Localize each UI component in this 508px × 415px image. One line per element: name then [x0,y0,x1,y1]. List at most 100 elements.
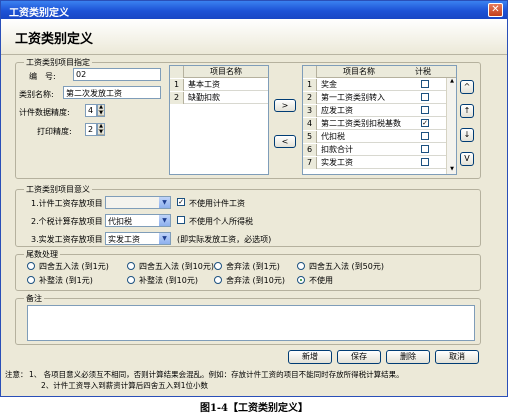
meaning-group-legend: 工资类别项目意义 [26,185,90,194]
available-items-header: 项目名称 [170,66,268,78]
tax-checkbox[interactable] [421,80,429,88]
grid-scrollbar[interactable]: ▲ ▼ [446,78,456,174]
net-pay-item-select[interactable]: 实发工资 ▼ [105,232,171,245]
list-item[interactable]: 3 应发工资 [303,105,446,117]
selected-items-header: 项目名称 计税 [303,66,456,78]
row-number: 4 [303,118,317,130]
calc-precision-label: 计件数据精度: [19,108,70,117]
scroll-down-icon[interactable]: ▼ [448,166,456,174]
item-name: 应发工资 [321,106,353,115]
rounding-radio[interactable] [297,276,305,284]
tax-checkbox[interactable] [421,145,429,153]
row-number: 1 [170,79,184,91]
rounding-option-label: 补整法 (到10元) [139,276,198,285]
no-income-tax-checkbox[interactable] [177,216,185,224]
tax-checkbox[interactable] [421,158,429,166]
close-button[interactable]: ✕ [488,3,503,17]
tax-item-select[interactable]: 代扣税 ▼ [105,214,171,227]
item-name: 缺勤扣款 [188,93,220,102]
item-name: 第一工资类别转入 [321,93,385,102]
tax-checkbox[interactable]: ✓ [421,119,429,127]
net-pay-note: (即实际发放工资，必选项) [177,235,272,244]
item-name: 第二工资类别扣税基数 [321,119,401,128]
remarks-group-legend: 备注 [26,294,42,303]
chevron-down-icon[interactable]: ▼ [159,233,170,244]
move-top-button[interactable]: ^ [460,80,474,94]
row-number-header [170,66,184,78]
code-field[interactable]: 02 [73,68,161,81]
move-left-button[interactable]: < [274,135,296,148]
add-button[interactable]: 新增 [288,350,332,364]
row-number-header [303,66,317,78]
dialog-window: 工资类别定义 ✕ 工资类别定义 工资类别项目指定 编 号: 02 类别名称: 第… [0,0,508,397]
notes-prefix: 注意： [5,370,28,379]
rounding-radio[interactable] [127,276,135,284]
row-number: 2 [303,92,317,104]
rounding-option-label: 补整法 (到1元) [39,276,93,285]
notes-line-2: 2、计件工资导入到薪资计算后四舍五入到1位小数 [41,381,209,390]
move-down-button[interactable]: ↓ [460,128,474,142]
category-name-label: 类别名称: [19,90,54,99]
list-item[interactable]: 2 缺勤扣款 [170,92,268,104]
piece-wage-item-select[interactable]: ▼ [105,196,171,209]
window-title: 工资类别定义 [9,8,69,19]
no-income-tax-label: 不使用个人所得税 [189,217,253,226]
chevron-down-icon[interactable]: ▼ [159,197,170,208]
save-button[interactable]: 保存 [337,350,381,364]
cancel-button[interactable]: 取消 [435,350,479,364]
calc-precision-field[interactable]: 4 [85,104,97,117]
rounding-radio[interactable] [214,276,222,284]
list-item[interactable]: 4 第二工资类别扣税基数 ✓ [303,118,446,130]
calc-precision-stepper[interactable]: ▲ ▼ [97,104,105,117]
chevron-down-icon[interactable]: ▼ [159,215,170,226]
list-item[interactable]: 6 扣款合计 [303,144,446,156]
down-arrow-icon[interactable]: ▼ [98,110,104,116]
remarks-textarea[interactable] [27,305,475,341]
tax-checkbox[interactable] [421,132,429,140]
row-number: 6 [303,144,317,156]
rounding-option-label: 四舍五入法 (到50元) [309,262,384,271]
row-number: 2 [170,92,184,104]
tax-checkbox[interactable] [421,93,429,101]
list-item[interactable]: 5 代扣税 [303,131,446,143]
move-right-button[interactable]: > [274,99,296,112]
print-precision-field[interactable]: 2 [85,123,97,136]
print-precision-stepper[interactable]: ▲ ▼ [97,123,105,136]
tax-checkbox[interactable] [421,106,429,114]
title-bar[interactable]: 工资类别定义 [1,1,507,19]
notes-line-1: 1、 各项目意义必须互不相同，否则计算结果会混乱。例如：存放计件工资的项目不能同… [29,370,404,379]
code-label: 编 号: [29,72,56,81]
item-name: 代扣税 [321,132,345,141]
item-name: 奖金 [321,80,337,89]
list-item[interactable]: 2 第一工资类别转入 [303,92,446,104]
list-item[interactable]: 7 实发工资 [303,157,446,169]
rounding-option-label: 舍弃法 (到1元) [226,262,280,271]
piece-wage-item-label: 1.计件工资存放项目 [31,199,103,208]
selected-items-grid[interactable]: 项目名称 计税 1 奖金 2 第一工资类别转入 3 应发工资 4 第二工资类别扣税基数 ✓ 5 代扣… [302,65,457,175]
rounding-radio[interactable] [127,262,135,270]
header-banner: 工资类别定义 [1,19,507,55]
rounding-radio[interactable] [214,262,222,270]
item-name: 实发工资 [321,158,353,167]
list-item[interactable]: 1 基本工资 [170,79,268,91]
tax-item-label: 2.个税计算存放项目 [31,217,103,226]
column-header-name: 项目名称 [343,67,375,76]
scroll-up-icon[interactable]: ▲ [448,78,456,86]
rounding-option-label: 四舍五入法 (到1元) [39,262,109,271]
rounding-radio[interactable] [297,262,305,270]
no-piece-wage-checkbox[interactable]: ✓ [177,198,185,206]
move-bottom-button[interactable]: V [460,152,474,166]
rounding-option-label: 舍弃法 (到10元) [226,276,285,285]
spec-group-legend: 工资类别项目指定 [26,58,90,67]
print-precision-label: 打印精度: [37,127,72,136]
rounding-group-legend: 尾数处理 [26,250,58,259]
category-name-field[interactable]: 第二次发放工资 [63,86,161,99]
figure-caption: 图1-4【工资类别定义】 [199,403,309,414]
down-arrow-icon[interactable]: ▼ [98,129,104,135]
available-items-grid[interactable]: 项目名称 1 基本工资 2 缺勤扣款 [169,65,269,175]
move-up-button[interactable]: ↑ [460,104,474,118]
rounding-radio[interactable] [27,276,35,284]
rounding-radio[interactable] [27,262,35,270]
delete-button[interactable]: 删除 [386,350,430,364]
list-item[interactable]: 1 奖金 [303,79,446,91]
